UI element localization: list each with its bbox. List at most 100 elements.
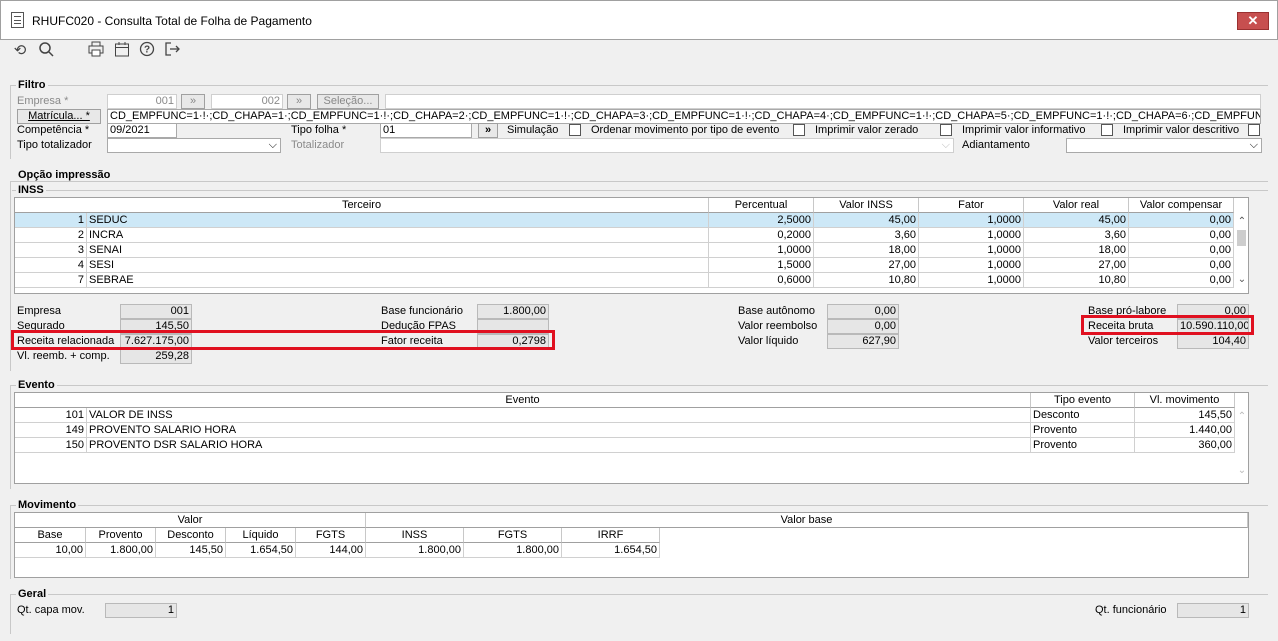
mov-cell[interactable]: 144,00 — [296, 543, 366, 558]
inss-cell-inss[interactable]: 18,00 — [814, 243, 919, 258]
mov-cell[interactable]: 1.800,00 — [464, 543, 562, 558]
tipo-folha-input[interactable]: 01 — [380, 123, 472, 138]
scroll-down-icon[interactable]: ⌄ — [1236, 274, 1248, 285]
inss-cell-name[interactable]: SESI — [87, 258, 709, 273]
inss-cell-name[interactable]: SENAI — [87, 243, 709, 258]
totalizador-select[interactable]: ⌵ — [380, 138, 954, 153]
evento-cell-tipo[interactable]: Provento — [1031, 423, 1135, 438]
evento-cell-code[interactable]: 101 — [15, 408, 87, 423]
inss-cell-inss[interactable]: 45,00 — [814, 213, 919, 228]
scrollbar-thumb[interactable] — [1237, 230, 1246, 246]
exit-icon[interactable] — [163, 41, 181, 59]
mov-col-header[interactable]: Provento — [86, 528, 156, 543]
inss-cell-fator[interactable]: 1,0000 — [919, 273, 1024, 288]
col-header-evento[interactable]: Evento — [15, 393, 1031, 408]
mov-col-header[interactable]: Líquido — [226, 528, 296, 543]
evento-cell-valor[interactable]: 360,00 — [1135, 438, 1235, 453]
imprimir-descritivo-checkbox[interactable] — [1248, 124, 1260, 136]
col-header-fator[interactable]: Fator — [919, 198, 1024, 213]
adiantamento-select[interactable]: ⌵ — [1066, 138, 1262, 153]
inss-cell-code[interactable]: 7 — [15, 273, 87, 288]
inss-cell-real[interactable]: 27,00 — [1024, 258, 1129, 273]
inss-cell-comp[interactable]: 0,00 — [1129, 228, 1234, 243]
col-header-valor-real[interactable]: Valor real — [1024, 198, 1129, 213]
inss-cell-pct[interactable]: 0,6000 — [709, 273, 814, 288]
evento-cell-name[interactable]: PROVENTO SALARIO HORA — [87, 423, 1031, 438]
inss-cell-real[interactable]: 18,00 — [1024, 243, 1129, 258]
selecao-button[interactable]: Seleção... — [317, 94, 379, 109]
col-header-tipo-evento[interactable]: Tipo evento — [1031, 393, 1135, 408]
inss-cell-fator[interactable]: 1,0000 — [919, 228, 1024, 243]
mov-col-header[interactable]: FGTS — [464, 528, 562, 543]
inss-cell-inss[interactable]: 10,80 — [814, 273, 919, 288]
mov-cell[interactable]: 10,00 — [15, 543, 86, 558]
imprimir-zerado-checkbox[interactable] — [940, 124, 952, 136]
tipo-totalizador-select[interactable]: ⌵ — [107, 138, 281, 153]
print-icon[interactable] — [87, 41, 105, 59]
col-header-valor-inss[interactable]: Valor INSS — [814, 198, 919, 213]
mov-col-header[interactable]: FGTS — [296, 528, 366, 543]
evento-cell-valor[interactable]: 1.440,00 — [1135, 423, 1235, 438]
inss-cell-comp[interactable]: 0,00 — [1129, 258, 1234, 273]
scroll-down-icon[interactable]: ⌄ — [1236, 465, 1248, 476]
inss-cell-comp[interactable]: 0,00 — [1129, 243, 1234, 258]
col-header-valor-compensar[interactable]: Valor compensar — [1129, 198, 1234, 213]
inss-cell-real[interactable]: 10,80 — [1024, 273, 1129, 288]
matricula-button[interactable]: Matrícula... * — [17, 109, 101, 124]
inss-cell-name[interactable]: SEDUC — [87, 213, 709, 228]
scroll-up-icon[interactable]: ⌃ — [1236, 216, 1248, 227]
inss-cell-inss[interactable]: 27,00 — [814, 258, 919, 273]
empresa-selection-field[interactable] — [385, 94, 1261, 109]
mov-cell[interactable]: 1.800,00 — [86, 543, 156, 558]
inss-cell-pct[interactable]: 1,5000 — [709, 258, 814, 273]
empresa-to-lookup-button[interactable]: » — [287, 94, 311, 109]
competencia-input[interactable]: 09/2021 — [107, 123, 177, 138]
empresa-to-input[interactable]: 002 — [211, 94, 283, 109]
empresa-from-lookup-button[interactable]: » — [181, 94, 205, 109]
mov-col-header[interactable]: Desconto — [156, 528, 226, 543]
evento-cell-code[interactable]: 150 — [15, 438, 87, 453]
evento-cell-name[interactable]: VALOR DE INSS — [87, 408, 1031, 423]
evento-cell-name[interactable]: PROVENTO DSR SALARIO HORA — [87, 438, 1031, 453]
mov-col-header[interactable]: INSS — [366, 528, 464, 543]
calendar-icon[interactable] — [113, 41, 131, 59]
evento-cell-tipo[interactable]: Provento — [1031, 438, 1135, 453]
evento-cell-valor[interactable]: 145,50 — [1135, 408, 1235, 423]
inss-cell-code[interactable]: 1 — [15, 213, 87, 228]
inss-cell-code[interactable]: 2 — [15, 228, 87, 243]
inss-cell-pct[interactable]: 2,5000 — [709, 213, 814, 228]
col-header-vl-movimento[interactable]: Vl. movimento — [1135, 393, 1235, 408]
inss-cell-code[interactable]: 3 — [15, 243, 87, 258]
undo-icon[interactable]: ⟲ — [11, 42, 29, 60]
inss-cell-fator[interactable]: 1,0000 — [919, 243, 1024, 258]
col-header-terceiro[interactable]: Terceiro — [15, 198, 709, 213]
mov-cell[interactable]: 1.654,50 — [562, 543, 660, 558]
ordenar-checkbox[interactable] — [793, 124, 805, 136]
inss-cell-fator[interactable]: 1,0000 — [919, 213, 1024, 228]
simulacao-checkbox[interactable] — [569, 124, 581, 136]
inss-cell-name[interactable]: INCRA — [87, 228, 709, 243]
mov-cell[interactable]: 1.800,00 — [366, 543, 464, 558]
inss-cell-real[interactable]: 3,60 — [1024, 228, 1129, 243]
matricula-input[interactable]: CD_EMPFUNC=1·!·;CD_CHAPA=1·;CD_EMPFUNC=1… — [107, 109, 1261, 124]
inss-cell-name[interactable]: SEBRAE — [87, 273, 709, 288]
close-button[interactable]: ✕ — [1237, 12, 1269, 30]
inss-cell-code[interactable]: 4 — [15, 258, 87, 273]
imprimir-informativo-checkbox[interactable] — [1101, 124, 1113, 136]
inss-cell-pct[interactable]: 1,0000 — [709, 243, 814, 258]
mov-cell[interactable]: 1.654,50 — [226, 543, 296, 558]
tipo-folha-lookup-button[interactable]: » — [478, 123, 498, 138]
evento-cell-code[interactable]: 149 — [15, 423, 87, 438]
inss-cell-fator[interactable]: 1,0000 — [919, 258, 1024, 273]
mov-col-header[interactable]: Base — [15, 528, 86, 543]
inss-cell-real[interactable]: 45,00 — [1024, 213, 1129, 228]
col-header-percentual[interactable]: Percentual — [709, 198, 814, 213]
inss-cell-comp[interactable]: 0,00 — [1129, 273, 1234, 288]
scroll-up-icon[interactable]: ⌃ — [1236, 411, 1248, 422]
inss-cell-inss[interactable]: 3,60 — [814, 228, 919, 243]
mov-col-header[interactable]: IRRF — [562, 528, 660, 543]
inss-cell-comp[interactable]: 0,00 — [1129, 213, 1234, 228]
inss-cell-pct[interactable]: 0,2000 — [709, 228, 814, 243]
empresa-from-input[interactable]: 001 — [107, 94, 177, 109]
help-icon[interactable]: ? — [138, 41, 156, 59]
